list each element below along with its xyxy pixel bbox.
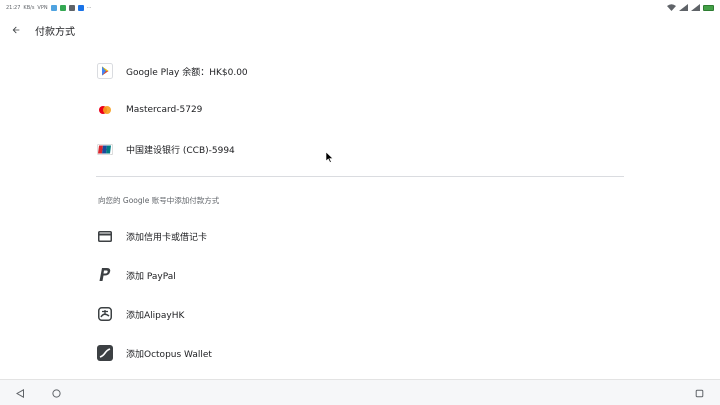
notification-icon	[59, 5, 66, 11]
mastercard-icon	[96, 101, 114, 119]
wifi-icon	[667, 3, 676, 13]
add-paypal-button[interactable]: 添加 PayPal	[94, 257, 624, 293]
nav-back-icon	[15, 388, 24, 398]
status-net-speed: KB/s	[23, 5, 35, 11]
battery-icon	[703, 5, 714, 11]
signal-icon	[679, 3, 688, 13]
add-option-label: 添加信用卡或借记卡	[126, 232, 208, 243]
notification-icon	[50, 5, 57, 11]
app-bar: 付款方式	[0, 16, 720, 44]
google-play-icon	[96, 62, 114, 80]
add-payment-section-header: 向您的 Google 账号中添加付款方式	[98, 196, 220, 205]
add-option-label: 添加Octopus Wallet	[126, 349, 212, 360]
add-credit-card-button[interactable]: 添加信用卡或借记卡	[94, 218, 624, 254]
status-vpn: VPN	[37, 5, 48, 11]
notification-icon	[77, 5, 84, 11]
page-title: 付款方式	[35, 27, 75, 38]
section-divider	[96, 176, 624, 177]
paypal-icon	[96, 266, 114, 284]
add-option-label: 添加AlipayHK	[126, 310, 185, 321]
status-bar-right	[667, 3, 714, 13]
status-bar-left: 21:27 KB/s VPN ···	[6, 5, 91, 11]
payment-method-google-play[interactable]: Google Play 余额：HK$0.00	[94, 53, 624, 89]
credit-card-icon	[96, 227, 114, 245]
payment-method-mastercard[interactable]: Mastercard-5729	[94, 92, 624, 128]
nav-recents-button[interactable]	[692, 386, 706, 400]
nav-home-button[interactable]	[49, 386, 63, 400]
unionpay-icon	[96, 140, 114, 158]
notification-icon	[68, 5, 75, 11]
alipay-icon	[96, 305, 114, 323]
arrow-left-icon	[12, 26, 20, 34]
payment-method-ccb[interactable]: 中国建设银行 (CCB)-5994	[94, 131, 624, 167]
payment-method-label: 中国建设银行 (CCB)-5994	[126, 145, 235, 156]
add-octopus-wallet-button[interactable]: 添加Octopus Wallet	[94, 335, 624, 371]
signal-icon	[691, 3, 700, 13]
payment-method-label: Google Play 余额：HK$0.00	[126, 67, 248, 78]
nav-home-icon	[51, 388, 61, 398]
nav-back-button[interactable]	[13, 386, 27, 400]
system-navigation-bar	[0, 379, 720, 405]
payment-method-label: Mastercard-5729	[126, 105, 203, 115]
status-time: 21:27	[6, 5, 21, 11]
status-bar: 21:27 KB/s VPN ···	[0, 0, 720, 16]
mouse-pointer-icon	[326, 152, 334, 163]
add-alipayhk-button[interactable]: 添加AlipayHK	[94, 296, 624, 332]
octopus-icon	[96, 344, 114, 362]
add-option-label: 添加 PayPal	[126, 271, 176, 282]
nav-recents-icon	[695, 389, 703, 397]
back-button[interactable]	[7, 21, 25, 39]
more-notifications-icon: ···	[86, 5, 92, 11]
